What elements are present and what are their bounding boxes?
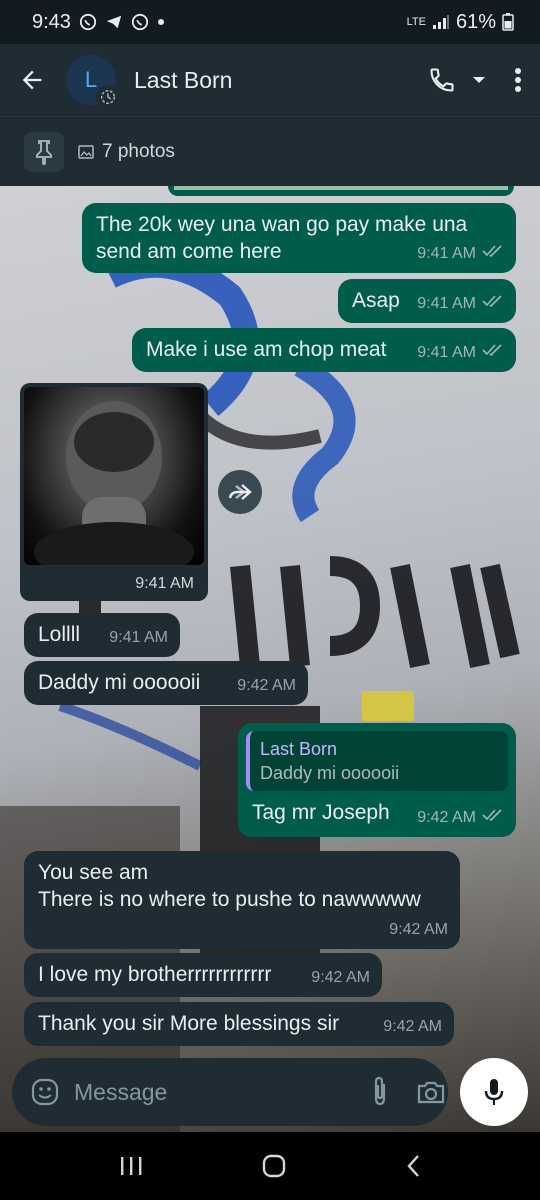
outgoing-reply-message[interactable]: Last Born Daddy mi oooooii Tag mr Joseph…	[238, 723, 516, 837]
outgoing-message[interactable]: Make i use am chop meat 9:41 AM	[132, 328, 516, 372]
image-icon	[78, 144, 94, 160]
message-input[interactable]	[74, 1078, 370, 1106]
incoming-message[interactable]: You see am There is no where to pushe to…	[24, 851, 460, 949]
incoming-message[interactable]: I love my brotherrrrrrrrrrrr 9:42 AM	[24, 953, 382, 997]
message-time: 9:42 AM	[311, 969, 370, 986]
message-text: Lollll	[38, 623, 81, 646]
attach-icon[interactable]	[370, 1076, 390, 1108]
message-time: 9:42 AM	[383, 1018, 442, 1035]
message-text: I love my brotherrrrrrrrrrrr	[38, 963, 272, 986]
whatsapp-notification-icon-2	[131, 13, 149, 31]
more-vert-icon[interactable]	[514, 67, 522, 93]
message-composer	[12, 1058, 448, 1126]
message-text-line-2: There is no where to pushe to nawwwww	[38, 888, 421, 911]
avatar[interactable]: L	[66, 55, 120, 109]
message-time: 9:41 AM	[109, 629, 168, 646]
double-check-icon	[482, 339, 504, 366]
call-options-dropdown-icon[interactable]	[472, 75, 486, 85]
chat-header: L Last Born	[0, 44, 540, 116]
contact-name[interactable]: Last Born	[134, 67, 428, 94]
message-text: Make i use am chop meat	[146, 338, 387, 361]
forward-icon[interactable]	[218, 470, 262, 514]
home-icon[interactable]	[261, 1153, 287, 1179]
incoming-message[interactable]: Daddy mi oooooii 9:42 AM	[24, 661, 308, 705]
message-text: Daddy mi oooooii	[38, 671, 201, 694]
message-time: 9:42 AM	[237, 677, 296, 694]
mic-icon	[484, 1077, 504, 1107]
message-meta: 9:41 AM	[417, 290, 504, 317]
signal-icon	[432, 14, 450, 30]
message-text-line-1: You see am	[38, 861, 149, 884]
telegram-notification-icon	[105, 13, 123, 31]
message-time: 9:41 AM	[135, 575, 194, 592]
battery-percent: 61%	[455, 10, 496, 33]
reply-quote-name: Last Born	[260, 739, 338, 759]
whatsapp-notification-icon	[79, 13, 97, 31]
message-meta: 9:42 AM	[389, 916, 448, 943]
battery-icon	[502, 13, 514, 31]
message-meta: 9:42 AM	[311, 964, 370, 991]
message-meta: 9:42 AM	[237, 672, 296, 699]
outgoing-message[interactable]: The 20k wey una wan go pay make una send…	[82, 203, 516, 273]
pin-icon[interactable]	[24, 131, 64, 172]
previous-image-edge	[168, 186, 514, 196]
pinned-label: 7 photos	[102, 140, 175, 162]
pinned-message-bar[interactable]: 7 photos	[0, 116, 540, 186]
message-meta: 9:42 AM	[383, 1013, 442, 1040]
recents-icon[interactable]	[119, 1155, 143, 1177]
emoji-icon[interactable]	[30, 1077, 60, 1107]
outgoing-message[interactable]: Asap 9:41 AM	[338, 279, 516, 323]
message-meta: 9:41 AM	[109, 624, 168, 651]
message-time: 9:42 AM	[417, 809, 476, 826]
message-text: Thank you sir More blessings sir	[38, 1012, 340, 1035]
photo-thumbnail[interactable]	[24, 387, 204, 565]
chat-area[interactable]: The 20k wey una wan go pay make una send…	[0, 186, 540, 1132]
status-time: 9:43	[32, 10, 71, 33]
double-check-icon	[482, 240, 504, 267]
incoming-message[interactable]: Lollll 9:41 AM	[24, 613, 180, 657]
incoming-image-message[interactable]: 9:41 AM	[20, 383, 208, 601]
reply-quote-text: Daddy mi oooooii	[260, 763, 400, 783]
more-notifications-dot-icon	[157, 18, 165, 26]
double-check-icon	[482, 804, 504, 831]
camera-icon[interactable]	[416, 1079, 446, 1105]
message-time: 9:41 AM	[417, 295, 476, 312]
status-bar: 9:43 LTE 61%	[0, 0, 540, 44]
mic-button[interactable]	[460, 1058, 528, 1126]
disappearing-timer-icon	[96, 85, 120, 109]
message-time: 9:42 AM	[389, 921, 448, 938]
incoming-message[interactable]: Thank you sir More blessings sir 9:42 AM	[24, 1002, 454, 1046]
back-icon[interactable]	[405, 1153, 421, 1179]
message-time: 9:41 AM	[417, 344, 476, 361]
message-time: 9:41 AM	[417, 245, 476, 262]
message-meta: 9:41 AM	[417, 339, 504, 366]
message-meta: 9:41 AM	[417, 240, 504, 267]
network-type: LTE	[406, 16, 426, 28]
message-text: Asap	[352, 289, 400, 312]
system-navigation-bar	[0, 1132, 540, 1200]
message-text: The 20k wey una wan go pay make una send…	[96, 213, 468, 263]
reply-quote[interactable]: Last Born Daddy mi oooooii	[246, 731, 508, 791]
message-text: Tag mr Joseph	[252, 801, 390, 824]
avatar-letter: L	[84, 67, 98, 92]
message-meta: 9:42 AM	[417, 804, 504, 831]
double-check-icon	[482, 290, 504, 317]
phone-icon[interactable]	[428, 66, 456, 94]
back-arrow-icon[interactable]	[18, 66, 46, 94]
